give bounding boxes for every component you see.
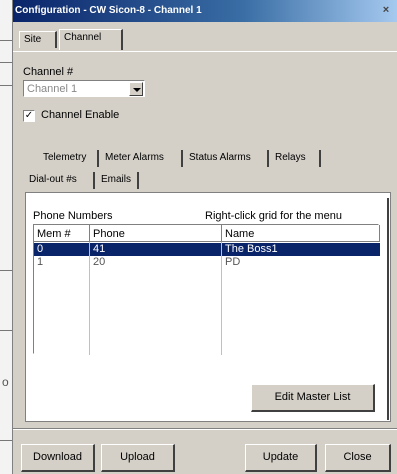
upload-label: Upload xyxy=(120,451,155,463)
channel-enable-label: Channel Enable xyxy=(41,109,120,121)
grid-column-line xyxy=(221,242,222,355)
tab-channel-label: Channel xyxy=(64,32,102,43)
tab-baseline xyxy=(13,51,397,52)
phone-numbers-label: Phone Numbers xyxy=(33,210,113,222)
tab-relays-label: Relays xyxy=(275,152,306,163)
bg-edge-mark: o xyxy=(2,375,9,389)
tab-channel[interactable]: Channel xyxy=(59,29,123,50)
bg-divider xyxy=(0,330,12,331)
grid-header-phone[interactable]: Phone xyxy=(90,225,222,242)
channel-label: Channel # xyxy=(23,66,74,78)
grid-header-name-label: Name xyxy=(225,228,255,240)
row-phone: 41 xyxy=(93,243,106,255)
bg-divider xyxy=(0,40,12,41)
bg-divider xyxy=(0,440,12,441)
edit-master-list-button[interactable]: Edit Master List xyxy=(251,384,375,412)
window-title: Configuration - CW Sicon-8 - Channel 1 xyxy=(15,5,202,16)
grid-column-line xyxy=(89,242,90,355)
tab-emails-label: Emails xyxy=(101,174,132,185)
table-row[interactable]: 1 20 PD xyxy=(34,256,380,269)
table-row[interactable]: 0 41 The Boss1 xyxy=(34,243,380,256)
background-window-edge: o xyxy=(0,0,12,474)
grid-header-mem-label: Mem # xyxy=(37,228,71,240)
tab-dial-out[interactable]: Dial-out #s xyxy=(25,172,95,189)
tab-dial-out-label: Dial-out #s xyxy=(29,174,77,185)
chevron-down-icon[interactable] xyxy=(129,82,143,96)
close-button[interactable]: Close xyxy=(325,444,391,472)
grid-menu-hint: Right-click grid for the menu xyxy=(205,210,342,222)
configuration-dialog: Configuration - CW Sicon-8 - Channel 1 ×… xyxy=(12,0,397,474)
row-mem: 0 xyxy=(37,243,44,255)
close-icon[interactable]: × xyxy=(379,3,393,17)
update-label: Update xyxy=(262,451,299,463)
tab-site-label: Site xyxy=(24,34,42,45)
title-bar[interactable]: Configuration - CW Sicon-8 - Channel 1 xyxy=(13,0,397,22)
tab-telemetry[interactable]: Telemetry xyxy=(39,150,99,167)
grid-header-mem[interactable]: Mem # xyxy=(34,225,90,242)
edit-master-list-label: Edit Master List xyxy=(274,391,351,403)
upload-button[interactable]: Upload xyxy=(101,444,175,472)
footer-divider-highlight xyxy=(13,429,397,430)
channel-combo-value: Channel 1 xyxy=(27,83,78,95)
tab-status-alarms-label: Status Alarms xyxy=(189,152,251,163)
row-phone: 20 xyxy=(93,256,106,268)
bg-divider xyxy=(0,270,12,271)
row-name: PD xyxy=(225,256,241,268)
bg-divider xyxy=(0,85,12,86)
tab-emails[interactable]: Emails xyxy=(97,172,139,189)
bg-divider xyxy=(0,62,12,63)
download-button[interactable]: Download xyxy=(21,444,95,472)
tab-meter-alarms[interactable]: Meter Alarms xyxy=(101,150,183,167)
tab-status-alarms[interactable]: Status Alarms xyxy=(185,150,269,167)
row-mem: 1 xyxy=(37,256,44,268)
close-label: Close xyxy=(343,451,372,463)
row-name: The Boss1 xyxy=(225,243,278,255)
grid-header-name[interactable]: Name xyxy=(222,225,380,242)
tab-relays[interactable]: Relays xyxy=(271,150,321,167)
tab-site[interactable]: Site xyxy=(19,31,57,48)
tab-meter-alarms-label: Meter Alarms xyxy=(105,152,164,163)
phone-numbers-grid[interactable]: Mem # Phone Name 0 41 The Boss1 1 20 PD xyxy=(33,224,380,355)
grid-header-phone-label: Phone xyxy=(93,228,125,240)
tab-telemetry-label: Telemetry xyxy=(43,152,87,163)
download-label: Download xyxy=(33,451,82,463)
channel-combo[interactable]: Channel 1 xyxy=(23,80,145,97)
panel-scrollbar-shadow xyxy=(387,198,389,420)
update-button[interactable]: Update xyxy=(245,444,317,472)
channel-enable-checkbox[interactable]: ✓ xyxy=(23,110,35,122)
